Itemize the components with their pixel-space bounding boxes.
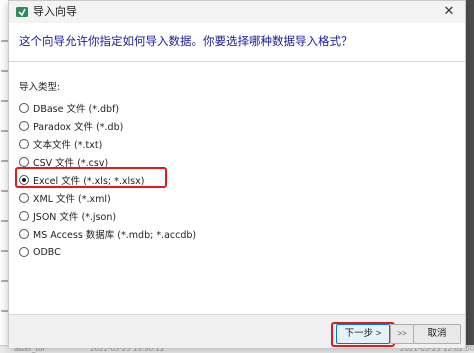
background-tick bbox=[1, 40, 8, 42]
next-button[interactable]: 下一步 > bbox=[336, 324, 390, 344]
radio-button[interactable] bbox=[19, 139, 29, 149]
background-tick bbox=[1, 280, 8, 282]
background-tick bbox=[1, 100, 8, 102]
dialog-footer: 下一步 > >> 取消 bbox=[9, 314, 465, 348]
radio-button[interactable] bbox=[19, 103, 29, 113]
dialog-titlebar[interactable]: 导入向导 ✕ bbox=[9, 1, 465, 23]
radio-button[interactable] bbox=[19, 211, 29, 221]
option-text[interactable]: 文本文件 (*.txt) bbox=[19, 137, 102, 151]
import-wizard-dialog: 导入向导 ✕ 这个向导允许你指定如何导入数据。你要选择哪种数据导入格式？ 导入类… bbox=[8, 0, 466, 348]
finish-button[interactable]: >> bbox=[390, 324, 414, 344]
close-icon[interactable]: ✕ bbox=[441, 4, 457, 20]
option-json[interactable]: JSON 文件 (*.json) bbox=[19, 209, 116, 223]
radio-button[interactable] bbox=[19, 229, 29, 239]
dialog-title: 导入向导 bbox=[33, 5, 77, 18]
background-tick bbox=[1, 70, 8, 72]
option-paradox[interactable]: Paradox 文件 (*.db) bbox=[19, 119, 123, 133]
import-type-panel: 导入类型: DBase 文件 (*.dbf) Paradox 文件 (*.db)… bbox=[9, 62, 465, 314]
wizard-question: 这个向导允许你指定如何导入数据。你要选择哪种数据导入格式？ bbox=[19, 34, 353, 48]
background-tick bbox=[1, 220, 8, 222]
option-label: DBase 文件 (*.dbf) bbox=[33, 104, 120, 115]
background-tick bbox=[1, 190, 8, 192]
screen: aster_tol 2021-05-25 15:30:12 2021-05-25… bbox=[0, 0, 474, 353]
option-xml[interactable]: XML 文件 (*.xml) bbox=[19, 191, 111, 205]
option-dbase[interactable]: DBase 文件 (*.dbf) bbox=[19, 101, 119, 115]
background-tick bbox=[1, 310, 8, 312]
background-tick bbox=[1, 160, 8, 162]
radio-button[interactable] bbox=[19, 121, 29, 131]
radio-button[interactable] bbox=[19, 157, 29, 167]
import-wizard-icon bbox=[16, 7, 28, 17]
radio-button[interactable] bbox=[19, 247, 29, 257]
option-odbc[interactable]: ODBC bbox=[19, 245, 61, 259]
dialog-header: 这个向导允许你指定如何导入数据。你要选择哪种数据导入格式？ bbox=[9, 23, 465, 61]
background-tick bbox=[1, 130, 8, 132]
background-app-right-edge bbox=[466, 0, 474, 353]
cancel-button[interactable]: 取消 bbox=[413, 324, 461, 344]
import-type-label: 导入类型: bbox=[19, 82, 61, 93]
option-label: XML 文件 (*.xml) bbox=[33, 194, 111, 205]
excel-option-highlight-box bbox=[15, 167, 167, 188]
option-label: MS Access 数据库 (*.mdb; *.accdb) bbox=[33, 230, 197, 241]
background-tick bbox=[1, 250, 8, 252]
option-label: Paradox 文件 (*.db) bbox=[33, 122, 124, 133]
option-label: ODBC bbox=[33, 246, 61, 258]
radio-button[interactable] bbox=[19, 193, 29, 203]
option-label: 文本文件 (*.txt) bbox=[33, 140, 103, 151]
option-label: JSON 文件 (*.json) bbox=[33, 212, 117, 223]
option-ms-access[interactable]: MS Access 数据库 (*.mdb; *.accdb) bbox=[19, 227, 196, 241]
